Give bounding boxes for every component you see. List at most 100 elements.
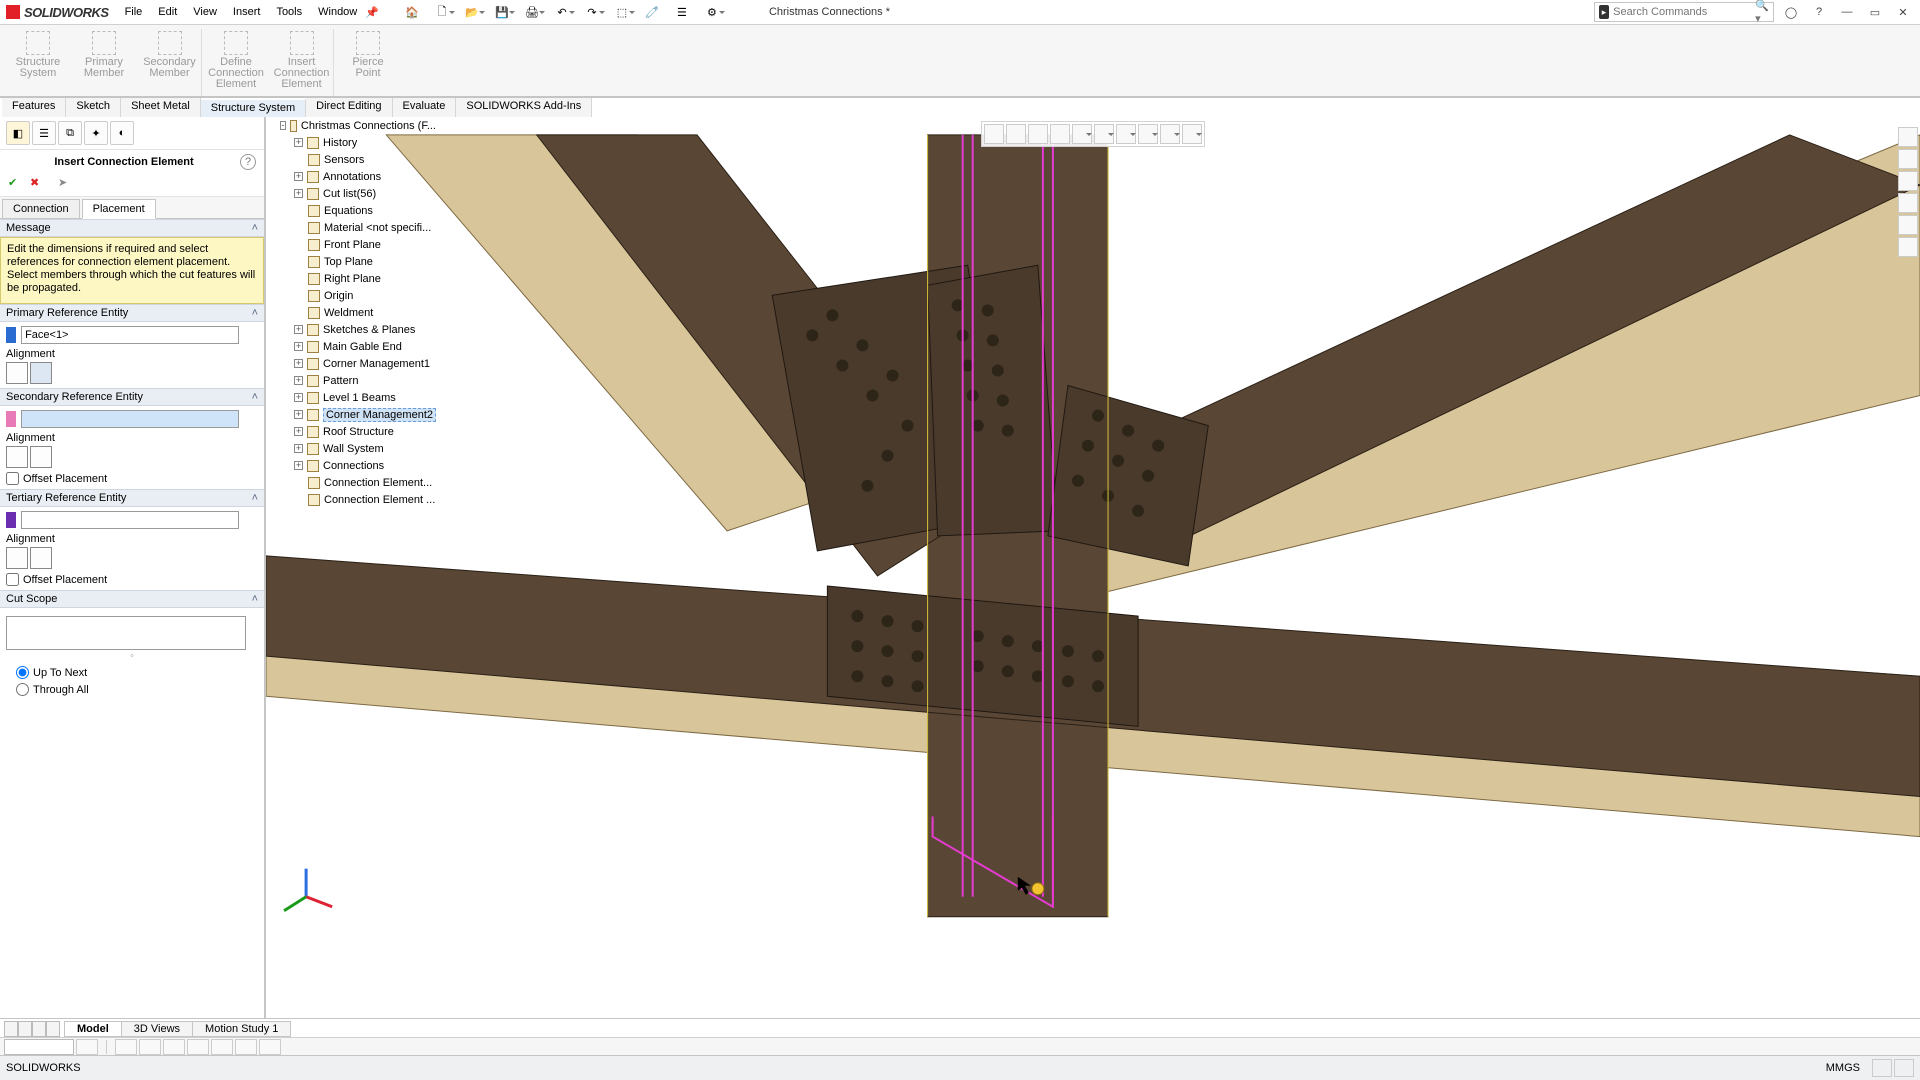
section-secondary-hdr[interactable]: Secondary Reference Entity˄ bbox=[0, 388, 264, 406]
new-doc-icon[interactable]: 🗋 bbox=[429, 1, 455, 23]
tree-conn-elem-2[interactable]: Connection Element ... bbox=[276, 491, 436, 508]
section-cutscope-hdr[interactable]: Cut Scope˄ bbox=[0, 590, 264, 608]
tree-corner2[interactable]: +Corner Management2 bbox=[276, 406, 436, 423]
cmd-primary-member[interactable]: PrimaryMember bbox=[72, 29, 136, 96]
section-view-icon[interactable] bbox=[1050, 124, 1070, 144]
undo-icon[interactable]: ↶ bbox=[549, 1, 575, 23]
display-style-icon[interactable] bbox=[1094, 124, 1114, 144]
pm-tab-display-icon[interactable]: ◐ bbox=[110, 121, 134, 145]
pm-tab-config-icon[interactable]: ⧉ bbox=[58, 121, 82, 145]
hide-show-icon[interactable] bbox=[1116, 124, 1136, 144]
redo-icon[interactable]: ↷ bbox=[579, 1, 605, 23]
settings-icon[interactable]: ⚙ bbox=[699, 1, 725, 23]
tab-sheetmetal[interactable]: Sheet Metal bbox=[121, 98, 201, 117]
tree-equations[interactable]: Equations bbox=[276, 202, 436, 219]
tab-last-icon[interactable] bbox=[46, 1021, 60, 1037]
tree-sketches[interactable]: +Sketches & Planes bbox=[276, 321, 436, 338]
secondary-offset-check[interactable]: Offset Placement bbox=[6, 472, 258, 485]
menu-window[interactable]: Window bbox=[310, 1, 365, 23]
save-icon[interactable]: 💾 bbox=[489, 1, 515, 23]
section-message-hdr[interactable]: Message˄ bbox=[0, 219, 264, 237]
zoom-area-icon[interactable] bbox=[1006, 124, 1026, 144]
markup-icon-5[interactable] bbox=[211, 1039, 233, 1055]
view-orient-icon[interactable] bbox=[1072, 124, 1092, 144]
pin-icon[interactable]: 📌 bbox=[365, 6, 379, 19]
prev-view-icon[interactable] bbox=[1028, 124, 1048, 144]
align-opp-icon[interactable] bbox=[30, 446, 52, 468]
pm-tab-property-icon[interactable]: ☰ bbox=[32, 121, 56, 145]
search-icon[interactable]: 🔍▾ bbox=[1755, 0, 1769, 25]
pm-tab-feature-icon[interactable]: ◧ bbox=[6, 121, 30, 145]
menu-view[interactable]: View bbox=[185, 1, 225, 23]
taskpane-library-icon[interactable] bbox=[1898, 149, 1918, 169]
tab-model[interactable]: Model bbox=[64, 1021, 122, 1037]
menu-file[interactable]: File bbox=[117, 1, 151, 23]
tab-first-icon[interactable] bbox=[4, 1021, 18, 1037]
markup-icon-2[interactable] bbox=[139, 1039, 161, 1055]
pm-help-icon[interactable]: ? bbox=[240, 154, 256, 170]
taskpane-props-icon[interactable] bbox=[1898, 237, 1918, 257]
tab-motion-study[interactable]: Motion Study 1 bbox=[192, 1021, 291, 1037]
cmd-structure-system[interactable]: StructureSystem bbox=[6, 29, 70, 96]
tree-material[interactable]: Material <not specifi... bbox=[276, 219, 436, 236]
tree-top-plane[interactable]: Top Plane bbox=[276, 253, 436, 270]
cmd-secondary-member[interactable]: SecondaryMember bbox=[138, 29, 202, 96]
options-quick-icon[interactable]: ☰ bbox=[669, 1, 695, 23]
tab-direct-editing[interactable]: Direct Editing bbox=[306, 98, 392, 117]
tree-annotations[interactable]: +Annotations bbox=[276, 168, 436, 185]
cutscope-listbox[interactable] bbox=[6, 616, 246, 650]
menu-insert[interactable]: Insert bbox=[225, 1, 269, 23]
minimize-icon[interactable]: — bbox=[1836, 1, 1858, 23]
pushpin-icon[interactable]: ➤ bbox=[58, 176, 72, 190]
rebuild-icon[interactable]: 🧷 bbox=[639, 1, 665, 23]
menu-edit[interactable]: Edit bbox=[150, 1, 185, 23]
status-units[interactable]: MMGS bbox=[1826, 1062, 1860, 1074]
tree-roof[interactable]: +Roof Structure bbox=[276, 423, 436, 440]
tree-conn-elem-1[interactable]: Connection Element... bbox=[276, 474, 436, 491]
status-icon-1[interactable] bbox=[1872, 1059, 1892, 1077]
tree-main-gable[interactable]: +Main Gable End bbox=[276, 338, 436, 355]
subtab-placement[interactable]: Placement bbox=[82, 199, 156, 219]
ok-icon[interactable]: ✔ bbox=[8, 176, 22, 190]
close-icon[interactable]: ✕ bbox=[1892, 1, 1914, 23]
tertiary-offset-check[interactable]: Offset Placement bbox=[6, 573, 258, 586]
tab-evaluate[interactable]: Evaluate bbox=[393, 98, 457, 117]
markup-icon-6[interactable] bbox=[235, 1039, 257, 1055]
restore-icon[interactable]: ▭ bbox=[1864, 1, 1886, 23]
help-icon[interactable]: ? bbox=[1808, 1, 1830, 23]
tree-connections[interactable]: +Connections bbox=[276, 457, 436, 474]
markup-icon-3[interactable] bbox=[163, 1039, 185, 1055]
align-same-icon[interactable] bbox=[6, 362, 28, 384]
graphics-area[interactable]: -Christmas Connections (F... +History Se… bbox=[265, 117, 1920, 1055]
tab-3dviews[interactable]: 3D Views bbox=[121, 1021, 193, 1037]
status-icon-2[interactable] bbox=[1894, 1059, 1914, 1077]
tree-corner1[interactable]: +Corner Management1 bbox=[276, 355, 436, 372]
view-settings-icon[interactable] bbox=[1182, 124, 1202, 144]
zoom-fit-icon[interactable] bbox=[984, 124, 1004, 144]
align-same-icon[interactable] bbox=[6, 547, 28, 569]
radio-through-all[interactable]: Through All bbox=[16, 683, 258, 696]
user-icon[interactable]: ◯ bbox=[1780, 1, 1802, 23]
primary-entity-input[interactable] bbox=[21, 326, 239, 344]
search-commands[interactable]: ▸ 🔍▾ bbox=[1594, 2, 1774, 22]
section-primary-hdr[interactable]: Primary Reference Entity˄ bbox=[0, 304, 264, 322]
secondary-entity-input[interactable] bbox=[21, 410, 239, 428]
scene-icon[interactable] bbox=[1160, 124, 1180, 144]
tree-weldment[interactable]: Weldment bbox=[276, 304, 436, 321]
tree-pattern[interactable]: +Pattern bbox=[276, 372, 436, 389]
select-icon[interactable]: ⬚ bbox=[609, 1, 635, 23]
taskpane-explorer-icon[interactable] bbox=[1898, 171, 1918, 191]
taskpane-palette-icon[interactable] bbox=[1898, 193, 1918, 213]
align-opp-icon[interactable] bbox=[30, 362, 52, 384]
tree-cutlist[interactable]: +Cut list(56) bbox=[276, 185, 436, 202]
tree-right-plane[interactable]: Right Plane bbox=[276, 270, 436, 287]
tab-structure-system[interactable]: Structure System bbox=[201, 98, 306, 117]
section-tertiary-hdr[interactable]: Tertiary Reference Entity˄ bbox=[0, 489, 264, 507]
subtab-connection[interactable]: Connection bbox=[2, 199, 80, 219]
tree-sensors[interactable]: Sensors bbox=[276, 151, 436, 168]
cmd-insert-connection[interactable]: InsertConnectionElement bbox=[270, 29, 334, 96]
tab-addins[interactable]: SOLIDWORKS Add-Ins bbox=[456, 98, 592, 117]
tab-features[interactable]: Features bbox=[2, 98, 66, 117]
markup-icon-1[interactable] bbox=[115, 1039, 137, 1055]
radio-up-to-next[interactable]: Up To Next bbox=[16, 666, 258, 679]
